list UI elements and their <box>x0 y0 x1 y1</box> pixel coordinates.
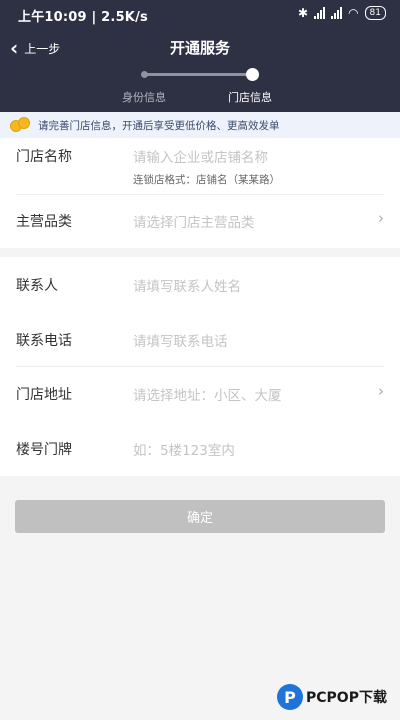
wifi-icon: ◠ <box>348 6 359 20</box>
phone-label: 联系电话 <box>16 333 72 349</box>
pcpop-logo-icon: P <box>277 684 303 710</box>
step-1-label: 身份信息 <box>122 91 166 104</box>
watermark: P PCPOP下载 <box>277 684 387 710</box>
phone-field[interactable]: 联系电话 请填写联系电话 <box>16 312 384 366</box>
category-field[interactable]: 主营品类 请选择门店主营品类 › <box>16 195 384 248</box>
watermark-text: PCPOP下载 <box>306 690 387 706</box>
chevron-right-icon: › <box>378 209 384 227</box>
confirm-button[interactable]: 确定 <box>15 500 385 533</box>
contact-info-card: 联系人 请填写联系人姓名 联系电话 请填写联系电话 门店地址 请选择地址：小区、… <box>0 257 400 476</box>
notice-text: 请完善门店信息，开通后享受更低价格、更高效发单 <box>38 119 280 132</box>
status-time-speed: 上午10:09 | 2.5K/s <box>18 10 148 25</box>
category-select[interactable]: 请选择门店主营品类 <box>133 211 255 231</box>
step-2-label: 门店信息 <box>228 91 272 104</box>
store-name-field[interactable]: 门店名称 请输入企业或店铺名称 连锁店格式：店铺名（某某路） <box>16 138 384 194</box>
store-name-hint: 连锁店格式：店铺名（某某路） <box>133 174 280 186</box>
house-no-input[interactable]: 如：5楼123室内 <box>133 439 235 459</box>
address-select[interactable]: 请选择地址：小区、大厦 <box>133 384 282 404</box>
house-no-label: 楼号门牌 <box>16 442 72 458</box>
category-label: 主营品类 <box>16 214 72 230</box>
address-field[interactable]: 门店地址 请选择地址：小区、大厦 › <box>16 367 384 421</box>
bluetooth-icon: ✱ <box>298 6 309 20</box>
app-header: 上午10:09 | 2.5K/s ✱ ◠ 81 ‹ 上一步 开通服务 身份信息 … <box>0 0 400 112</box>
store-info-card: 门店名称 请输入企业或店铺名称 连锁店格式：店铺名（某某路） 主营品类 请选择门… <box>0 138 400 248</box>
status-bar: 上午10:09 | 2.5K/s ✱ ◠ 81 <box>0 0 400 30</box>
signal-2-icon <box>331 7 343 19</box>
signal-icon <box>314 7 326 19</box>
battery-icon: 81 <box>364 6 386 20</box>
chevron-right-icon: › <box>378 382 384 400</box>
step-1-dot <box>141 71 148 78</box>
page-title: 开通服务 <box>169 39 230 57</box>
status-icons: ✱ ◠ 81 <box>298 6 386 20</box>
step-progress-line <box>146 73 252 76</box>
store-name-input[interactable]: 请输入企业或店铺名称 <box>133 146 268 166</box>
step-2-dot-active <box>246 68 259 81</box>
contact-input[interactable]: 请填写联系人姓名 <box>133 275 241 295</box>
phone-input[interactable]: 请填写联系电话 <box>133 330 228 350</box>
address-label: 门店地址 <box>16 387 72 403</box>
coins-icon <box>10 117 32 133</box>
notice-banner: 请完善门店信息，开通后享受更低价格、更高效发单 <box>0 112 400 138</box>
house-no-field[interactable]: 楼号门牌 如：5楼123室内 <box>16 422 384 476</box>
contact-field[interactable]: 联系人 请填写联系人姓名 <box>16 257 384 311</box>
contact-label: 联系人 <box>16 278 58 294</box>
store-name-label: 门店名称 <box>16 149 72 165</box>
